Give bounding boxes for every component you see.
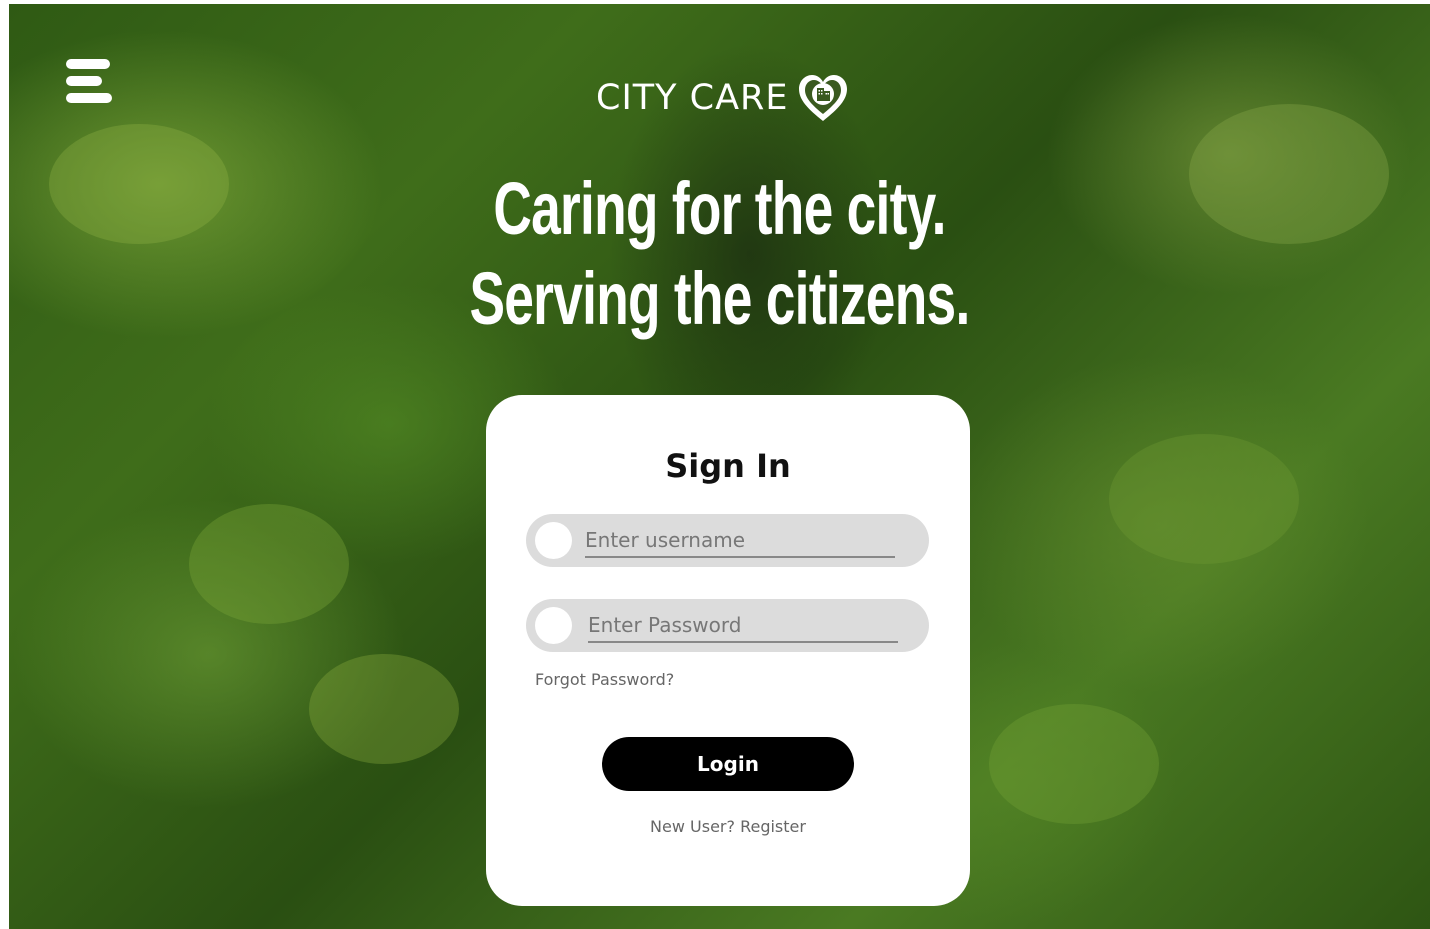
username-field-container bbox=[526, 514, 929, 567]
signin-card: Sign In Forgot Password? Login New User?… bbox=[486, 395, 970, 906]
signin-title: Sign In bbox=[665, 447, 791, 485]
heart-building-icon bbox=[799, 75, 848, 121]
forgot-password-link[interactable]: Forgot Password? bbox=[535, 670, 674, 689]
foliage-decoration bbox=[989, 704, 1159, 824]
password-input[interactable] bbox=[588, 609, 898, 643]
password-field-container bbox=[526, 599, 929, 652]
menu-button[interactable] bbox=[66, 59, 114, 105]
menu-bar bbox=[66, 76, 102, 86]
site-logo[interactable]: CITY CARE bbox=[596, 70, 850, 126]
foliage-decoration bbox=[1109, 434, 1299, 564]
user-icon bbox=[535, 522, 572, 559]
logo-text: CITY CARE bbox=[596, 78, 789, 118]
hero-headline-line1: Caring for the city. bbox=[493, 167, 946, 250]
lock-icon bbox=[535, 607, 572, 644]
login-button[interactable]: Login bbox=[602, 737, 854, 791]
menu-bar bbox=[66, 93, 112, 103]
foliage-decoration bbox=[189, 504, 349, 624]
register-link[interactable]: New User? Register bbox=[486, 817, 970, 836]
foliage-decoration bbox=[309, 654, 459, 764]
hero-headline-line2: Serving the citizens. bbox=[469, 257, 970, 340]
foliage-decoration bbox=[49, 124, 229, 244]
background-image: CITY CARE Caring for the city. Serving t… bbox=[9, 4, 1430, 929]
username-input[interactable] bbox=[585, 524, 895, 558]
menu-bar bbox=[66, 59, 110, 69]
